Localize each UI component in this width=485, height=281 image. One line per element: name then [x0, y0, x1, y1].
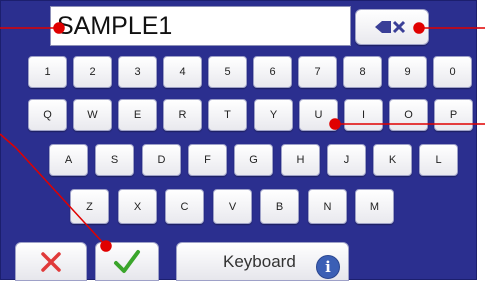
key-u[interactable]: U	[299, 99, 338, 131]
key-1[interactable]: 1	[28, 56, 67, 88]
key-7[interactable]: 7	[298, 56, 337, 88]
key-label: K	[388, 154, 397, 166]
key-label: T	[224, 109, 231, 121]
key-i[interactable]: I	[344, 99, 383, 131]
key-label: 3	[134, 66, 141, 78]
key-f[interactable]: F	[188, 144, 227, 176]
key-9[interactable]: 9	[388, 56, 427, 88]
key-0[interactable]: 0	[433, 56, 472, 88]
key-label: 1	[44, 66, 51, 78]
key-j[interactable]: J	[327, 144, 366, 176]
key-label: C	[180, 200, 189, 213]
key-t[interactable]: T	[208, 99, 247, 131]
key-d[interactable]: D	[142, 144, 181, 176]
keyboard-info-button[interactable]: Keyboard i	[176, 242, 349, 281]
key-label: U	[314, 109, 323, 121]
text-input-field[interactable]: SAMPLE1	[50, 6, 351, 46]
key-label: 5	[224, 66, 231, 78]
key-label: O	[404, 109, 413, 121]
key-label: Z	[86, 200, 93, 213]
key-l[interactable]: L	[419, 144, 458, 176]
key-k[interactable]: K	[373, 144, 412, 176]
cancel-button[interactable]	[15, 242, 87, 281]
key-label: 2	[89, 66, 96, 78]
key-label: 0	[449, 66, 456, 78]
key-label: 4	[179, 66, 186, 78]
key-label: P	[449, 109, 458, 121]
key-r[interactable]: R	[163, 99, 202, 131]
key-label: M	[369, 200, 380, 213]
key-label: F	[204, 154, 211, 166]
key-p[interactable]: P	[434, 99, 473, 131]
key-label: X	[133, 200, 142, 213]
key-m[interactable]: M	[355, 189, 394, 224]
key-2[interactable]: 2	[73, 56, 112, 88]
key-v[interactable]: V	[213, 189, 252, 224]
key-label: E	[133, 109, 142, 121]
key-z[interactable]: Z	[70, 189, 109, 224]
key-c[interactable]: C	[165, 189, 204, 224]
key-label: H	[296, 154, 305, 166]
key-w[interactable]: W	[73, 99, 112, 131]
backspace-button[interactable]	[355, 9, 429, 45]
confirm-button[interactable]	[95, 242, 159, 281]
key-4[interactable]: 4	[163, 56, 202, 88]
key-e[interactable]: E	[118, 99, 157, 131]
key-label: D	[157, 154, 166, 166]
key-n[interactable]: N	[308, 189, 347, 224]
key-label: W	[87, 109, 98, 121]
keyboard-label: Keyboard	[223, 251, 296, 271]
keyboard-panel: SAMPLE1 1 2 3 4 5 6 7 8 9 0 Q W E R T Y U I O P A S D F G H J K L Z X C…	[0, 0, 477, 281]
key-8[interactable]: 8	[343, 56, 382, 88]
key-y[interactable]: Y	[254, 99, 293, 131]
key-label: Q	[43, 109, 52, 121]
key-h[interactable]: H	[281, 144, 320, 176]
key-label: S	[110, 154, 119, 166]
cross-icon	[41, 251, 61, 272]
key-6[interactable]: 6	[253, 56, 292, 88]
backspace-icon	[375, 20, 406, 34]
key-label: I	[361, 109, 366, 121]
key-label: 9	[404, 66, 411, 78]
key-q[interactable]: Q	[28, 99, 67, 131]
checkmark-icon	[114, 249, 140, 273]
key-label: B	[275, 200, 284, 213]
key-label: 6	[269, 66, 276, 78]
key-label: L	[435, 154, 442, 166]
key-5[interactable]: 5	[208, 56, 247, 88]
key-label: V	[228, 200, 237, 213]
key-o[interactable]: O	[389, 99, 428, 131]
key-x[interactable]: X	[118, 189, 157, 224]
key-label: N	[323, 200, 332, 213]
info-icon[interactable]: i	[316, 255, 340, 279]
key-label: G	[249, 154, 258, 166]
key-s[interactable]: S	[95, 144, 134, 176]
key-label: 7	[314, 66, 321, 78]
key-label: R	[178, 109, 187, 121]
key-3[interactable]: 3	[118, 56, 157, 88]
key-label: Y	[269, 109, 278, 121]
key-g[interactable]: G	[234, 144, 273, 176]
key-b[interactable]: B	[260, 189, 299, 224]
key-a[interactable]: A	[49, 144, 88, 176]
key-label: A	[64, 154, 73, 166]
key-label: J	[343, 154, 350, 166]
key-label: 8	[359, 66, 366, 78]
